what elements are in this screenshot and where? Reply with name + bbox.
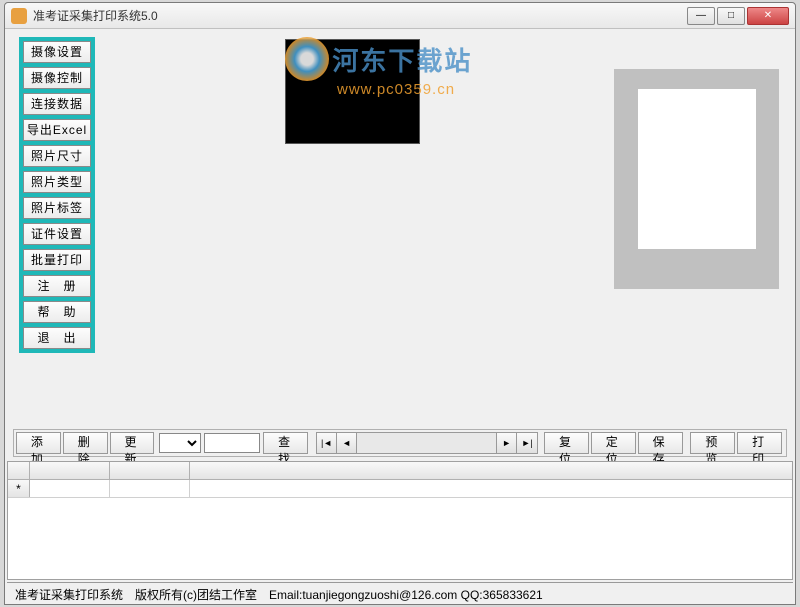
photo-type-button[interactable]: 照片类型 [23,171,91,193]
nav-next-button[interactable]: ► [497,433,517,453]
close-button[interactable]: ✕ [747,7,789,25]
camera-preview [285,39,420,144]
row-marker: * [8,480,30,497]
register-button[interactable]: 注 册 [23,275,91,297]
connect-data-button[interactable]: 连接数据 [23,93,91,115]
record-navigator: |◄ ◄ ► ►| [316,432,538,454]
photo-label-button[interactable]: 照片标签 [23,197,91,219]
nav-first-button[interactable]: |◄ [317,433,337,453]
cert-settings-button[interactable]: 证件设置 [23,223,91,245]
window-controls: — □ ✕ [687,7,789,25]
grid-corner [8,462,30,479]
photo-size-button[interactable]: 照片尺寸 [23,145,91,167]
camera-settings-button[interactable]: 摄像设置 [23,41,91,63]
preview-button[interactable]: 预 览 [690,432,735,454]
toolbar: 添 加 删 除 更 新 查 找 |◄ ◄ ► ►| 复 位 定 位 保 存 预 … [13,429,787,457]
add-button[interactable]: 添 加 [16,432,61,454]
delete-button[interactable]: 删 除 [63,432,108,454]
nav-prev-button[interactable]: ◄ [337,433,357,453]
photo-placeholder [638,89,756,249]
grid-cell[interactable] [30,480,110,497]
nav-last-button[interactable]: ►| [517,433,537,453]
search-button[interactable]: 查 找 [263,432,308,454]
statusbar: 准考证采集打印系统 版权所有(c)团结工作室 Email:tuanjiegong… [7,582,793,602]
grid-col-1[interactable] [30,462,110,479]
grid-col-2[interactable] [110,462,190,479]
titlebar[interactable]: 准考证采集打印系统5.0 — □ ✕ [5,3,795,29]
camera-control-button[interactable]: 摄像控制 [23,67,91,89]
grid-cell[interactable] [110,480,190,497]
content-area: 摄像设置 摄像控制 连接数据 导出Excel 照片尺寸 照片类型 照片标签 证件… [5,29,795,604]
save-button[interactable]: 保 存 [638,432,683,454]
grid-header [8,462,792,480]
minimize-button[interactable]: — [687,7,715,25]
update-button[interactable]: 更 新 [110,432,155,454]
exit-button[interactable]: 退 出 [23,327,91,349]
batch-print-button[interactable]: 批量打印 [23,249,91,271]
search-input[interactable] [204,433,260,453]
help-button[interactable]: 帮 助 [23,301,91,323]
data-grid[interactable]: * [7,461,793,580]
locate-button[interactable]: 定 位 [591,432,636,454]
reset-button[interactable]: 复 位 [544,432,589,454]
window-title: 准考证采集打印系统5.0 [33,7,687,24]
maximize-button[interactable]: □ [717,7,745,25]
app-icon [11,8,27,24]
export-excel-button[interactable]: 导出Excel [23,119,91,141]
search-field-select[interactable] [159,433,201,453]
nav-scrollbar[interactable] [357,433,497,453]
status-text: 准考证采集打印系统 版权所有(c)团结工作室 Email:tuanjiegong… [15,588,543,602]
print-button[interactable]: 打 印 [737,432,782,454]
photo-panel [614,69,779,289]
sidebar: 摄像设置 摄像控制 连接数据 导出Excel 照片尺寸 照片类型 照片标签 证件… [19,37,95,353]
app-window: 准考证采集打印系统5.0 — □ ✕ 摄像设置 摄像控制 连接数据 导出Exce… [4,2,796,605]
grid-new-row[interactable]: * [8,480,792,498]
